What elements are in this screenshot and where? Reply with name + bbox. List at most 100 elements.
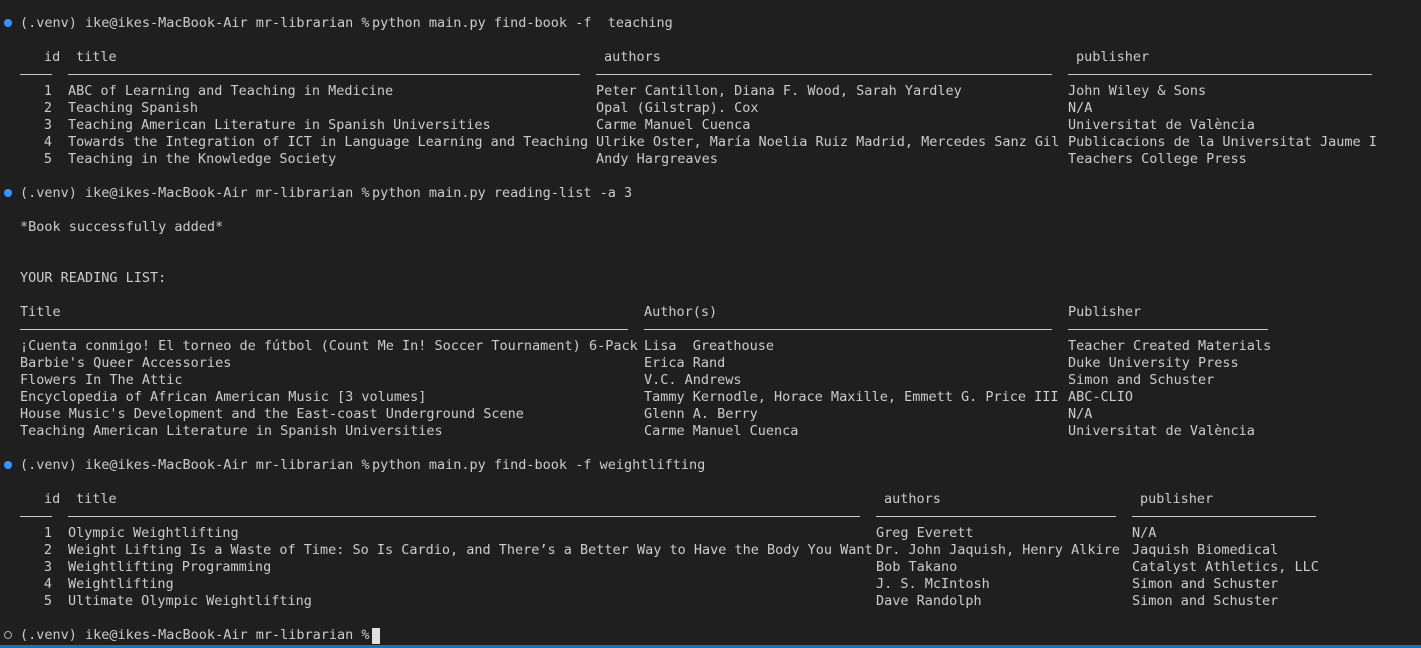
cell-id: 2 — [43, 542, 52, 558]
cell-authors: Dr. John Jaquish, Henry Alkire — [876, 542, 1120, 558]
cell-title: Olympic Weightlifting — [68, 525, 239, 541]
cell-title: ABC of Learning and Teaching in Medicine — [68, 83, 394, 99]
cell-publisher: N/A — [1068, 406, 1093, 422]
table-row: Flowers In The Attic V.C. Andrews Simon an… — [20, 372, 1421, 389]
command-success-marker-icon[interactable] — [4, 19, 12, 27]
cell-publisher: Simon and Schuster — [1132, 576, 1279, 592]
cell-authors: Glenn A. Berry — [644, 406, 758, 422]
table-row: Teaching American Literature in Spanish … — [20, 423, 1421, 440]
cell-title: Weightlifting Programming — [68, 559, 272, 575]
prompt: (.venv) ike@ikes-MacBook-Air mr-libraria… — [20, 15, 378, 31]
table-header: Title Author(s) Publisher — [20, 304, 1421, 321]
col-header-title: title — [76, 491, 117, 507]
cell-authors: Opal (Gilstrap). Cox — [596, 100, 759, 116]
col-header-authors: authors — [604, 49, 661, 65]
cell-title: Weightlifting — [68, 576, 174, 592]
cell-title: Ultimate Olympic Weightlifting — [68, 593, 312, 609]
cell-publisher: Universitat de València — [1068, 423, 1255, 439]
cell-authors: Dave Randolph — [876, 593, 982, 609]
cell-publisher: ABC-CLIO — [1068, 389, 1134, 405]
table-row: 1 Olympic Weightlifting Greg Everett N/A — [20, 525, 1421, 542]
cell-title: Flowers In The Attic — [20, 372, 183, 388]
cell-publisher: Universitat de València — [1068, 117, 1255, 133]
cell-authors: Greg Everett — [876, 525, 974, 541]
cell-title: Teaching Spanish — [68, 100, 199, 116]
cell-publisher: Teacher Created Materials — [1068, 338, 1272, 354]
col-header-id: id — [44, 491, 61, 507]
table-row: 2 Teaching Spanish Opal (Gilstrap). Cox N/A — [20, 100, 1421, 117]
table-row: 2 Weight Lifting Is a Waste of Time: So I… — [20, 542, 1421, 559]
table-row: 3 Teaching American Literature in Spanish… — [20, 117, 1421, 134]
cell-title: Teaching American Literature in Spanish … — [20, 423, 443, 439]
cell-id: 5 — [43, 593, 52, 609]
table-row: Encyclopedia of African American Music [… — [20, 389, 1421, 406]
col-header-publisher: publisher — [1140, 491, 1214, 507]
cell-publisher: N/A — [1068, 100, 1093, 116]
table-row: ¡Cuenta conmigo! El torneo de fútbol (Co… — [20, 338, 1421, 355]
cell-title: Teaching American Literature in Spanish … — [68, 117, 491, 133]
cell-title: Barbie's Queer Accessories — [20, 355, 232, 371]
table-row: 5 Teaching in the Knowledge Society Andy H… — [20, 151, 1421, 168]
col-header-publisher: Publisher — [1068, 304, 1142, 320]
cell-authors: Erica Rand — [644, 355, 726, 371]
cell-authors: Ulrike Oster, María Noelia Ruiz Madrid, … — [596, 134, 1060, 150]
cell-id: 4 — [43, 134, 52, 150]
command-text: python main.py find-book -f teaching — [372, 15, 673, 31]
table-row: 1 ABC of Learning and Teaching in Medicin… — [20, 83, 1421, 100]
command-text: python main.py find-book -f weightliftin… — [372, 457, 706, 473]
prompt: (.venv) ike@ikes-MacBook-Air mr-libraria… — [20, 627, 378, 643]
command-success-marker-icon[interactable] — [4, 189, 12, 197]
cell-authors: Bob Takano — [876, 559, 958, 575]
col-header-publisher: publisher — [1076, 49, 1150, 65]
table-row: 5 Ultimate Olympic Weightlifting Dave Rand… — [20, 593, 1421, 610]
command-success-marker-icon[interactable] — [4, 461, 12, 469]
separator-id — [20, 516, 52, 517]
cell-id: 3 — [43, 117, 52, 133]
separator-title — [20, 329, 628, 330]
separator-publisher — [1132, 516, 1316, 517]
separator-authors — [644, 329, 1052, 330]
table-row: House Music's Development and the East-c… — [20, 406, 1421, 423]
command-line-2: (.venv) ike@ikes-MacBook-Air mr-libraria… — [20, 185, 1421, 202]
cell-authors: Carme Manuel Cuenca — [596, 117, 751, 133]
current-prompt-line[interactable]: (.venv) ike@ikes-MacBook-Air mr-libraria… — [20, 627, 1421, 644]
cell-publisher: Simon and Schuster — [1068, 372, 1215, 388]
col-header-authors: Author(s) — [644, 304, 718, 320]
table-row: 3 Weightlifting Programming Bob Takano Cata… — [20, 559, 1421, 576]
separator-publisher — [1068, 329, 1268, 330]
cell-title: House Music's Development and the East-c… — [20, 406, 524, 422]
command-line-3: (.venv) ike@ikes-MacBook-Air mr-libraria… — [20, 457, 1421, 474]
reading-list-heading: YOUR READING LIST: — [20, 270, 167, 286]
cell-id: 2 — [43, 100, 52, 116]
separator-authors — [596, 74, 1052, 75]
cell-id: 3 — [43, 559, 52, 575]
cell-id: 1 — [43, 83, 52, 99]
table-separator — [20, 66, 1421, 83]
cell-title: ¡Cuenta conmigo! El torneo de fútbol (Co… — [20, 338, 638, 354]
terminal-panel[interactable]: (.venv) ike@ikes-MacBook-Air mr-libraria… — [0, 0, 1421, 648]
prompt: (.venv) ike@ikes-MacBook-Air mr-libraria… — [20, 457, 378, 473]
cell-publisher: John Wiley & Sons — [1068, 83, 1207, 99]
cell-authors: Tammy Kernodle, Horace Maxille, Emmett G… — [644, 389, 1059, 405]
text-cursor — [372, 628, 380, 644]
cell-publisher: Teachers College Press — [1068, 151, 1247, 167]
cell-publisher: Duke University Press — [1068, 355, 1239, 371]
table-separator — [20, 508, 1421, 525]
cell-publisher: Publicacions de la Universitat Jaume I — [1068, 134, 1377, 150]
col-header-title: Title — [20, 304, 61, 320]
separator-id — [20, 74, 52, 75]
cell-authors: Peter Cantillon, Diana F. Wood, Sarah Ya… — [596, 83, 962, 99]
col-header-id: id — [44, 49, 61, 65]
success-message: *Book successfully added* — [20, 219, 224, 235]
separator-title — [68, 74, 580, 75]
cell-title: Teaching in the Knowledge Society — [68, 151, 337, 167]
cell-authors: Carme Manuel Cuenca — [644, 423, 799, 439]
cell-title: Towards the Integration of ICT in Langua… — [68, 134, 589, 150]
col-header-authors: authors — [884, 491, 941, 507]
cell-title: Weight Lifting Is a Waste of Time: So Is… — [68, 542, 873, 558]
command-text: python main.py reading-list -a 3 — [372, 185, 633, 201]
table-header: id title authors publisher — [20, 49, 1421, 66]
command-pending-marker-icon[interactable] — [4, 631, 12, 639]
cell-authors: Lisa Greathouse — [644, 338, 775, 354]
cell-publisher: Simon and Schuster — [1132, 593, 1279, 609]
